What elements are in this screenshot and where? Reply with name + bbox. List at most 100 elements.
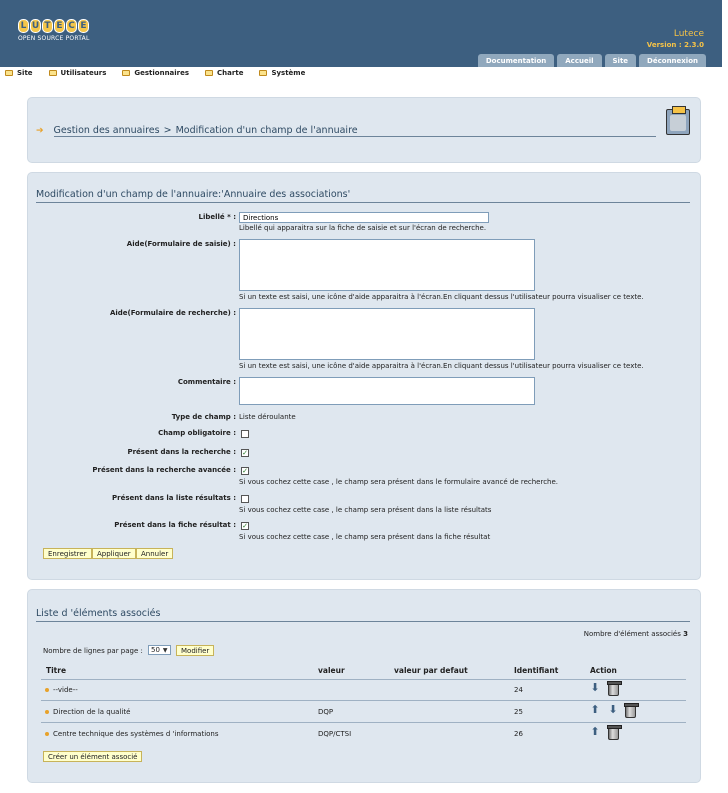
rows-per-page-select[interactable]: 50 ▼ xyxy=(148,645,171,655)
row-identifiant: 25 xyxy=(514,708,523,716)
type-champ-label: Type de champ : xyxy=(171,413,236,421)
menu-item-systeme[interactable]: Système xyxy=(259,69,305,77)
logo-subtitle: OPEN SOURCE PORTAL xyxy=(18,35,90,42)
breadcrumb-panel: ➔ Gestion des annuaires > Modification d… xyxy=(27,97,701,163)
bullet-icon xyxy=(45,688,49,692)
menu-bar: Site Utilisateurs Gestionnaires Charte S… xyxy=(0,67,722,79)
folder-icon xyxy=(205,70,214,76)
recherche-avancee-checkbox[interactable]: ✓ xyxy=(241,467,249,475)
arrow-up-icon[interactable]: ⬆ xyxy=(590,704,600,715)
tab-documentation[interactable]: Documentation xyxy=(477,54,555,67)
form-title-divider xyxy=(36,202,690,203)
folder-icon xyxy=(48,70,57,76)
col-header-valeur: valeur xyxy=(318,666,345,675)
folder-icon xyxy=(5,70,13,76)
arrow-up-icon[interactable]: ⬆ xyxy=(590,726,600,737)
menu-item-site[interactable]: Site xyxy=(5,69,33,77)
trash-icon[interactable] xyxy=(607,681,622,696)
row-titre: Direction de la qualité xyxy=(53,708,131,716)
logo-letter: E xyxy=(54,19,65,33)
menu-item-utilisateurs[interactable]: Utilisateurs xyxy=(48,69,107,77)
arrow-down-icon[interactable]: ⬇ xyxy=(590,682,600,693)
header-divider xyxy=(41,679,686,680)
breadcrumb-separator: > xyxy=(163,125,172,136)
arrow-down-icon[interactable]: ⬇ xyxy=(608,704,618,715)
cancel-button[interactable]: Annuler xyxy=(136,548,174,559)
apply-button[interactable]: Appliquer xyxy=(92,548,136,559)
menu-item-label: Charte xyxy=(217,69,244,77)
fiche-resultat-label: Présent dans la fiche résultat : xyxy=(114,521,236,529)
top-tabs: Documentation Accueil Site Déconnexion xyxy=(477,54,706,67)
create-element-button[interactable]: Créer un élément associé xyxy=(43,751,143,762)
col-header-identifiant: Identifiant xyxy=(514,666,559,675)
tab-deconnexion[interactable]: Déconnexion xyxy=(639,54,706,67)
menu-item-gestionnaires[interactable]: Gestionnaires xyxy=(122,69,189,77)
libelle-help: Libellé qui apparaitra sur la fiche de s… xyxy=(239,224,487,232)
row-valeur: DQP xyxy=(318,708,334,716)
row-valeur: DQP/CTSI xyxy=(318,730,352,738)
recherche-avancee-label: Présent dans la recherche avancée : xyxy=(92,466,236,474)
version-label: Version : 2.3.0 xyxy=(646,41,704,49)
breadcrumb-current: Modification d'un champ de l'annuaire xyxy=(175,125,358,136)
menu-item-label: Utilisateurs xyxy=(60,69,107,77)
logo-letter: T xyxy=(42,19,53,33)
col-header-action: Action xyxy=(590,666,617,675)
fiche-resultat-help: Si vous cochez cette case , le champ ser… xyxy=(239,533,491,541)
libelle-label: Libellé * : xyxy=(198,213,237,221)
tab-accueil[interactable]: Accueil xyxy=(557,54,602,67)
obligatoire-label: Champ obligatoire : xyxy=(158,429,236,437)
row-titre: Centre technique des systèmes d 'informa… xyxy=(53,730,219,738)
obligatoire-checkbox[interactable] xyxy=(241,430,249,438)
element-count-label: Nombre d'élément associés xyxy=(583,630,681,638)
logo-letter: C xyxy=(66,19,77,33)
rows-per-page-label: Nombre de lignes par page : xyxy=(43,647,143,655)
breadcrumb-parent-link[interactable]: Gestion des annuaires xyxy=(54,125,160,136)
element-count: Nombre d'élément associés 3 xyxy=(584,630,688,638)
menu-item-charte[interactable]: Charte xyxy=(205,69,243,77)
lutece-logo[interactable]: L U T E C E OPEN SOURCE PORTAL xyxy=(18,19,90,42)
trash-icon[interactable] xyxy=(624,703,639,718)
associated-elements-panel: Liste d 'éléments associés Nombre d'élém… xyxy=(27,589,701,783)
menu-item-label: Système xyxy=(271,69,306,77)
trash-icon[interactable] xyxy=(607,725,622,740)
liste-resultats-checkbox[interactable] xyxy=(241,495,249,503)
header: L U T E C E OPEN SOURCE PORTAL Lutece Ve… xyxy=(0,0,722,67)
row-identifiant: 26 xyxy=(514,730,523,738)
element-count-value: 3 xyxy=(683,630,688,638)
chevron-down-icon: ▼ xyxy=(162,646,168,654)
tab-site[interactable]: Site xyxy=(604,54,637,67)
form-title: Modification d'un champ de l'annuaire:'A… xyxy=(36,189,351,200)
folder-icon xyxy=(122,70,131,76)
aide-recherche-help: Si un texte est saisi, une icône d'aide … xyxy=(239,362,644,370)
aide-recherche-label: Aide(Formulaire de recherche) : xyxy=(109,309,236,317)
commentaire-label: Commentaire : xyxy=(177,378,236,386)
logo-letter: U xyxy=(30,19,41,33)
modify-button[interactable]: Modifier xyxy=(176,645,215,656)
menu-item-label: Site xyxy=(17,69,33,77)
libelle-input[interactable] xyxy=(239,212,489,223)
aide-saisie-textarea[interactable] xyxy=(239,239,535,291)
commentaire-textarea[interactable] xyxy=(239,377,535,405)
row-divider xyxy=(41,700,686,701)
menu-item-label: Gestionnaires xyxy=(134,69,190,77)
rows-per-page-value: 50 xyxy=(151,646,160,654)
bullet-icon xyxy=(45,710,49,714)
breadcrumb-divider xyxy=(54,136,656,137)
aide-saisie-help: Si un texte est saisi, une icône d'aide … xyxy=(239,293,644,301)
fiche-resultat-checkbox[interactable]: ✓ xyxy=(241,522,249,530)
plugin-icon xyxy=(666,106,690,135)
brand-name: Lutece xyxy=(673,29,704,39)
row-divider xyxy=(41,722,686,723)
breadcrumb: ➔ Gestion des annuaires > Modification d… xyxy=(36,125,358,136)
liste-resultats-help: Si vous cochez cette case , le champ ser… xyxy=(239,506,492,514)
logo-letter: E xyxy=(78,19,89,33)
row-identifiant: 24 xyxy=(514,686,523,694)
liste-resultats-label: Présent dans la liste résultats : xyxy=(112,494,236,502)
save-button[interactable]: Enregistrer xyxy=(43,548,92,559)
col-header-defaut: valeur par defaut xyxy=(394,666,468,675)
folder-icon xyxy=(259,70,268,76)
col-header-titre: Titre xyxy=(46,666,67,675)
aide-recherche-textarea[interactable] xyxy=(239,308,535,360)
chevron-right-icon: ➔ xyxy=(36,125,44,136)
recherche-checkbox[interactable]: ✓ xyxy=(241,449,249,457)
